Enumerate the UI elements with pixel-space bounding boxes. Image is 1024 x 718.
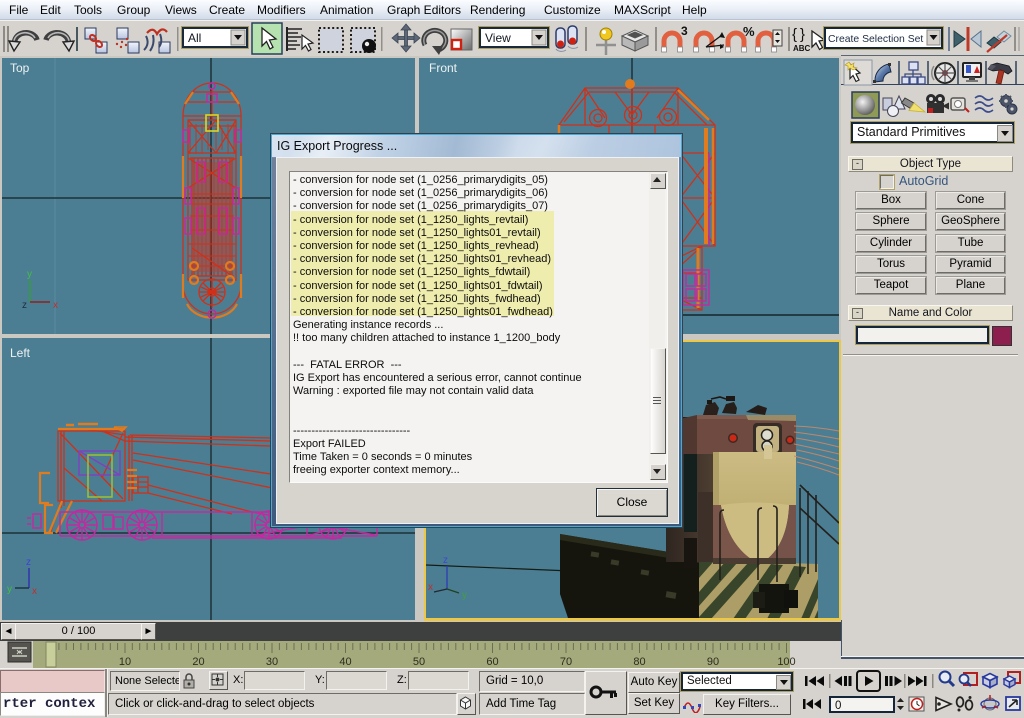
- svg-text:70: 70: [560, 656, 572, 668]
- svg-text:x: x: [32, 586, 37, 597]
- svg-text:x: x: [53, 300, 58, 311]
- svg-text:Create Selection Set: Create Selection Set: [828, 34, 923, 45]
- svg-text:40: 40: [339, 656, 351, 668]
- svg-text:50: 50: [413, 656, 425, 668]
- svg-text:y: y: [27, 269, 32, 280]
- svg-text:80: 80: [633, 656, 645, 668]
- svg-text:30: 30: [266, 656, 278, 668]
- svg-text:y: y: [462, 590, 467, 601]
- svg-text:60: 60: [486, 656, 498, 668]
- svg-text:0: 0: [835, 700, 841, 712]
- svg-text:x: x: [428, 582, 433, 593]
- svg-text:y: y: [7, 584, 12, 595]
- svg-text:10: 10: [119, 656, 131, 668]
- svg-text:All: All: [188, 31, 201, 45]
- svg-text:3: 3: [681, 24, 688, 38]
- svg-text:ABC: ABC: [793, 44, 811, 53]
- svg-text:z: z: [22, 300, 27, 311]
- svg-text:90: 90: [707, 656, 719, 668]
- svg-text:z: z: [443, 555, 448, 566]
- svg-text:{ }: { }: [792, 26, 805, 43]
- svg-text:z: z: [26, 557, 31, 568]
- svg-text:20: 20: [192, 656, 204, 668]
- svg-text:%: %: [743, 24, 755, 39]
- svg-text:View: View: [485, 31, 511, 45]
- svg-text:100: 100: [777, 656, 795, 668]
